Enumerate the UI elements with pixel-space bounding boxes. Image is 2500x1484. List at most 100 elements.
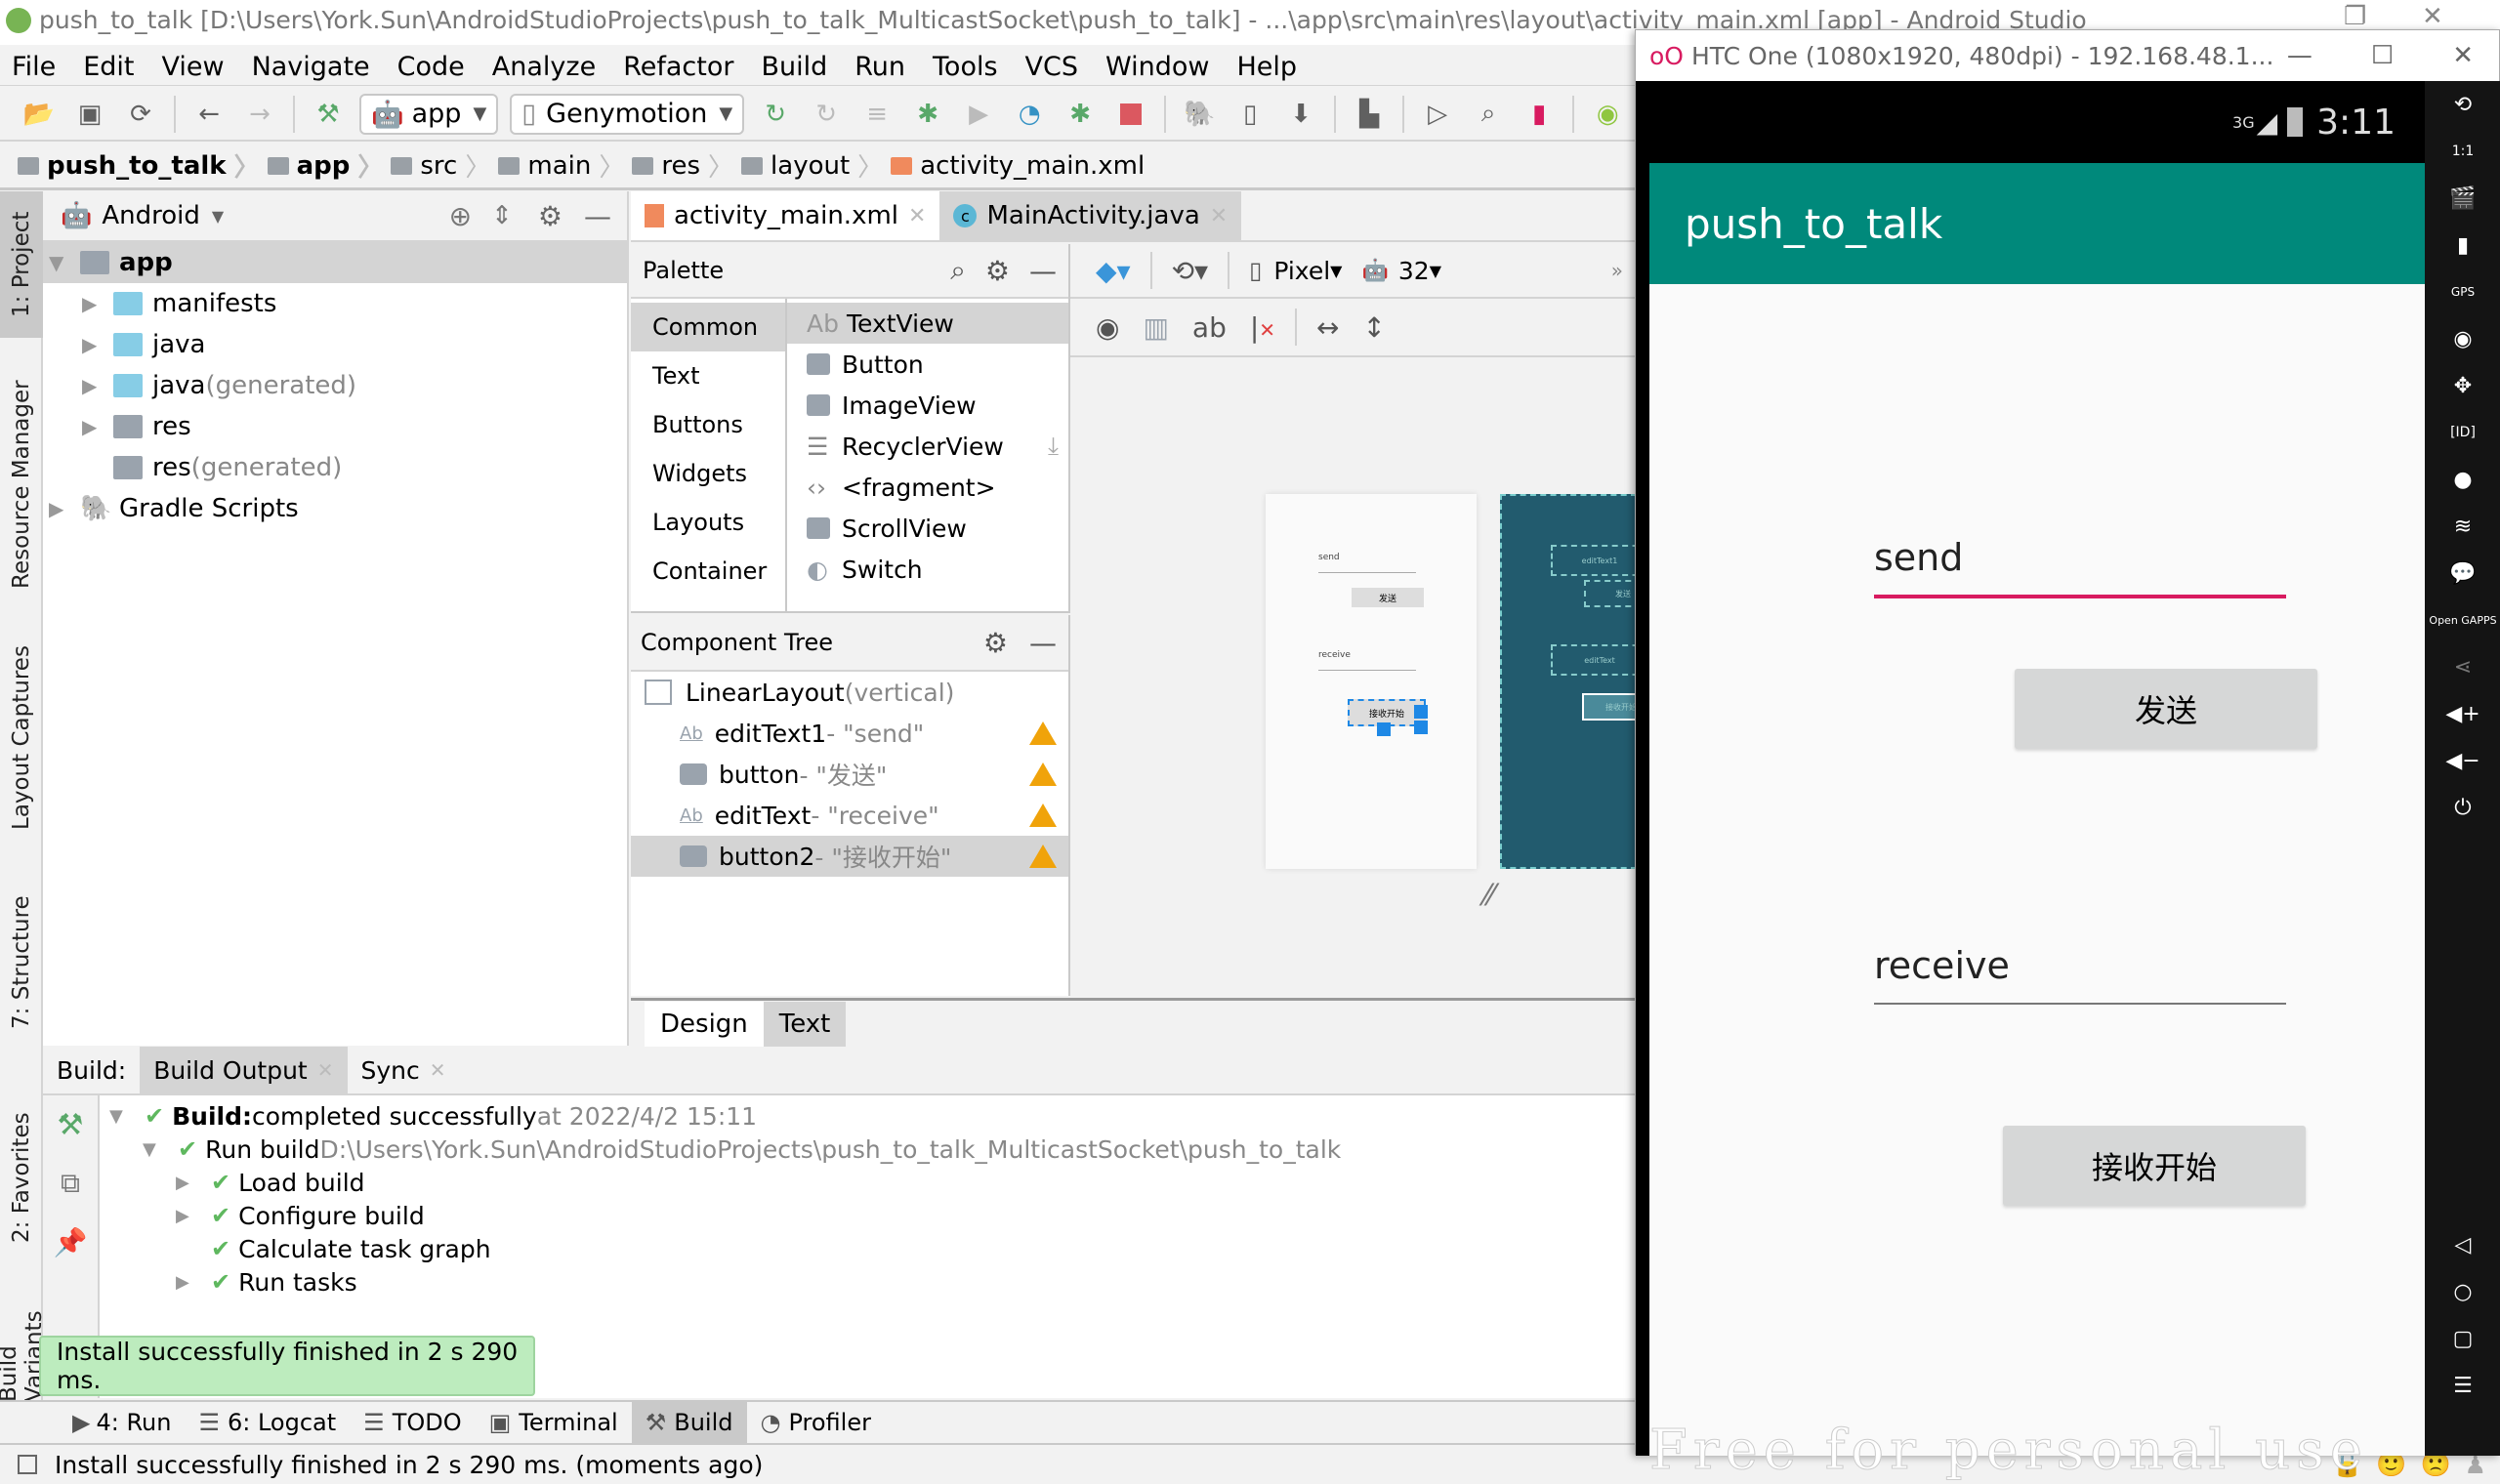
tool-tab-profiler[interactable]: ◔ Profiler [747,1402,885,1443]
menu-run[interactable]: Run [854,48,905,82]
disk-io-icon[interactable]: ● [2425,456,2500,503]
warning-icon[interactable] [1029,845,1057,868]
tool-tab-layout-captures[interactable]: Layout Captures [0,631,43,845]
chevron-down-icon[interactable]: ▼ [1330,262,1342,280]
menu-analyze[interactable]: Analyze [492,48,596,82]
build-line[interactable]: ✔ Calculate task graph [109,1232,1623,1265]
breadcrumb-item[interactable]: res 〉 [632,147,741,184]
device-id-icon[interactable]: [ID] [2425,409,2500,456]
tool-tab-logcat[interactable]: ☰ 6: Logcat [185,1402,350,1443]
stop-icon[interactable] [1111,95,1150,134]
palette-category[interactable]: Common [631,303,785,351]
gear-icon[interactable]: ⚙ [538,200,562,232]
gps-icon[interactable]: GPS [2425,268,2500,315]
tab-activity-main-xml[interactable]: activity_main.xml ✕ [631,191,940,240]
expand-right-icon[interactable]: ▶ [176,1272,197,1293]
close-tab-icon[interactable]: ✕ [317,1058,334,1082]
project-view-select[interactable]: Android [102,201,200,230]
palette-category[interactable]: Container [631,547,785,596]
build-line[interactable]: ▶ ✔ Run tasks [109,1265,1623,1298]
share-icon[interactable]: ⋖ [2425,643,2500,690]
menu-build[interactable]: Build [761,48,827,82]
expand-right-icon[interactable]: ▶ [82,374,100,397]
breadcrumb-item[interactable]: app 〉 [267,147,392,184]
menu-vcs[interactable]: VCS [1025,48,1078,82]
menu-tools[interactable]: Tools [933,48,998,82]
build-hammer-icon[interactable]: ⚒ [43,1095,98,1154]
close-tab-icon[interactable]: ✕ [1210,204,1228,228]
pixel-perfect-icon[interactable]: 1:1 [2425,128,2500,175]
tool-tab-resource-manager[interactable]: Resource Manager [0,367,43,601]
palette-item-scrollview[interactable]: ScrollView [787,508,1068,549]
more-icon[interactable]: » [1611,259,1623,282]
layers-icon[interactable]: ◆▾ [1096,255,1131,287]
attach-icon[interactable]: ≡ [857,95,896,134]
project-structure-icon[interactable]: ▙ [1350,95,1389,134]
chevron-down-icon[interactable]: ▼ [212,207,224,226]
expand-vertical-icon[interactable]: ↕ [1363,311,1386,344]
menu-help[interactable]: Help [1236,48,1297,82]
camera-icon[interactable]: ◉ [2425,315,2500,362]
tree-node-button[interactable]: button - "发送" [631,754,1068,795]
rotate-icon[interactable]: ⟲ [2425,81,2500,128]
restore-button[interactable]: ❐ [2344,2,2366,31]
expand-down-icon[interactable]: ▼ [109,1106,131,1127]
tree-node-edittext[interactable]: Ab editText - "receive" [631,795,1068,836]
resize-corner-icon[interactable]: ⁄⁄ [1484,879,1494,913]
breadcrumb-item[interactable]: activity_main.xml [891,151,1145,181]
status-message[interactable]: Install successfully finished in 2 s 290… [55,1451,763,1479]
menu-code[interactable]: Code [397,48,465,82]
tree-item-java[interactable]: ▶ java [43,324,627,365]
capture-icon[interactable]: 🎬 [2425,175,2500,222]
profile-icon[interactable]: ◔ [1010,95,1049,134]
breadcrumb-item[interactable]: src 〉 [391,147,498,184]
expand-down-icon[interactable]: ▼ [49,251,66,274]
tool-tab-build[interactable]: ⚒ Build [631,1402,747,1443]
palette-category[interactable]: Layouts [631,498,785,547]
locate-icon[interactable]: ⊕ [449,200,472,232]
terminal-run-icon[interactable]: ▷ [1418,95,1457,134]
palette-item-fragment[interactable]: ‹› <fragment> [787,467,1068,508]
menu-icon[interactable]: ☰ [2425,1362,2500,1409]
expand-right-icon[interactable]: ▶ [49,497,66,520]
expand-right-icon[interactable]: ▶ [176,1173,197,1193]
android-assistant-icon[interactable]: ◉ [1588,95,1627,134]
menu-window[interactable]: Window [1105,48,1209,82]
back-icon[interactable]: ← [189,95,229,134]
palette-category[interactable]: Buttons [631,400,785,449]
maximize-button[interactable]: ☐ [2371,41,2394,70]
palette-category[interactable]: Widgets [631,449,785,498]
run-config-select[interactable]: 🤖 app ▼ [359,93,499,135]
send-edittext[interactable]: send [1874,536,1963,579]
close-tab-icon[interactable]: ✕ [430,1058,446,1082]
expand-down-icon[interactable]: ▼ [143,1139,164,1160]
menu-refactor[interactable]: Refactor [623,48,733,82]
columns-icon[interactable]: ▥ [1143,311,1168,344]
warning-icon[interactable] [1029,721,1057,745]
apply-changes-icon[interactable]: ↻ [756,95,795,134]
resize-handle[interactable] [1377,722,1391,736]
pin-icon[interactable]: 📌 [43,1213,98,1271]
resize-handle[interactable] [1414,721,1428,734]
gear-icon[interactable]: ⚙ [985,255,1010,287]
expand-right-icon[interactable]: ▶ [176,1206,197,1226]
tree-item-app[interactable]: ▼ app [43,242,627,283]
sdk-manager-icon[interactable]: ⬇ [1281,95,1320,134]
menu-edit[interactable]: Edit [83,48,134,82]
device-select[interactable]: Pixel [1273,257,1330,285]
tree-item-manifests[interactable]: ▶ manifests [43,283,627,324]
tree-node-button2[interactable]: button2- "接收开始" [631,836,1068,877]
menu-navigate[interactable]: Navigate [252,48,370,82]
close-window-button[interactable]: ✕ [2422,2,2443,31]
tool-tab-todo[interactable]: ☰ TODO [350,1402,475,1443]
device-select[interactable]: ▯ Genymotion ▼ [510,93,745,135]
run-coverage-icon[interactable]: ▶ [959,95,998,134]
battery-icon[interactable]: ▮ [2425,222,2500,268]
menu-file[interactable]: File [12,48,56,82]
build-hammer-icon[interactable]: ⚒ [309,95,348,134]
tree-item-java-generated[interactable]: ▶ java (generated) [43,365,627,406]
api-level-select[interactable]: 32 [1398,257,1430,285]
tool-tab-project[interactable]: 1: Project [0,191,43,338]
expand-right-icon[interactable]: ▶ [82,292,100,315]
palette-category[interactable]: Text [631,351,785,400]
